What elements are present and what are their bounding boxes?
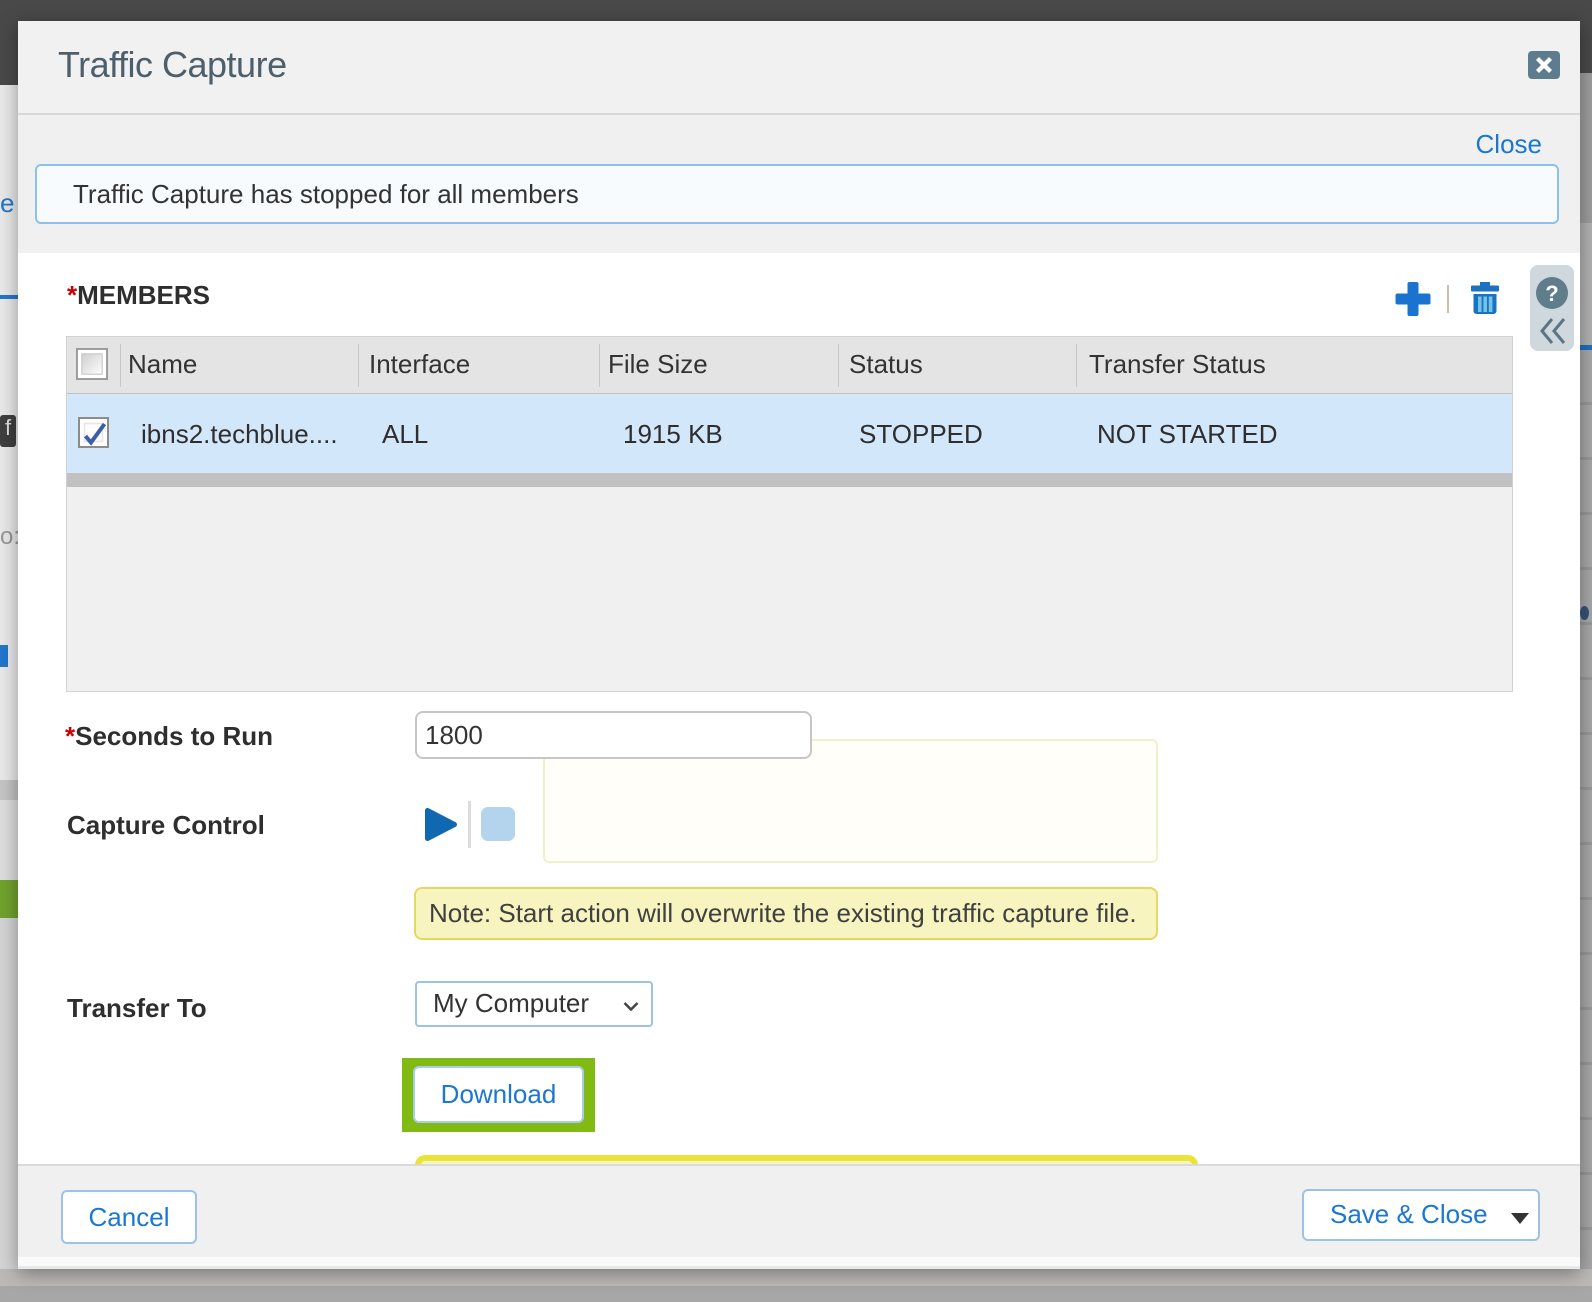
svg-text:?: ?	[1545, 281, 1558, 306]
